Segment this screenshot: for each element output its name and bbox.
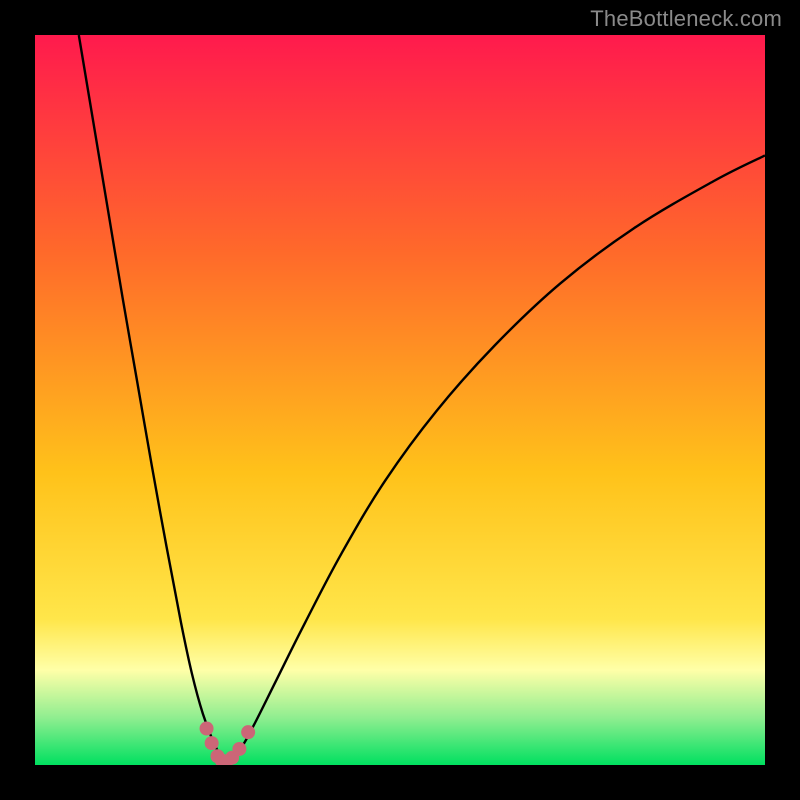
bottom-marker [232,742,246,756]
outer-frame: TheBottleneck.com [0,0,800,800]
bottom-marker [205,736,219,750]
gradient-rect [35,35,765,765]
bottom-marker [200,722,214,736]
plot-area [35,35,765,765]
bottom-marker [241,725,255,739]
watermark-text: TheBottleneck.com [590,6,782,32]
